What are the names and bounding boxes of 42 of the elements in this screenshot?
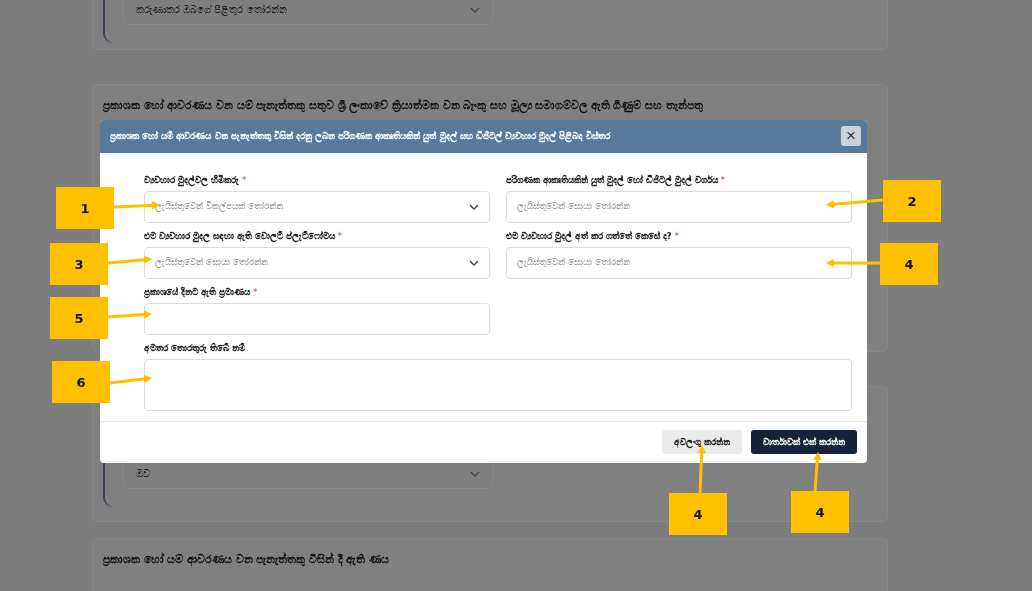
required-mark: *: [337, 230, 342, 241]
required-mark: *: [720, 174, 725, 185]
required-mark: *: [252, 286, 258, 297]
callout-arrow: [826, 198, 884, 209]
callout-arrow: [826, 258, 880, 268]
callout-arrow: [813, 452, 822, 492]
cancel-button[interactable]: අවලංගු කරන්න: [662, 430, 743, 455]
callout-number: 5: [50, 297, 108, 339]
section-title: ප්‍රකාශක හෝ ආවරණය වන යම් පැනැත්තකු සතුව ශ්‍රී ලංකාවේ ක්‍රියාත්මක වන බැංකු සහ මූල්‍ය සමාගම්වල ඇති ගිණුම් සහ තැන්පතු: [103, 99, 877, 112]
callout-number: 4: [880, 243, 938, 285]
input-field[interactable]: [144, 302, 490, 335]
callout-number: 4: [791, 491, 849, 533]
close-button[interactable]: ×: [841, 126, 861, 147]
field-label: පරිගණක ආකෘතියකින් යුත් මුදල් හෝ ඩිජිටල් මුදල් වර්ගය: [506, 174, 718, 186]
chevron-down-icon: [470, 471, 480, 477]
required-mark: *: [674, 230, 679, 241]
field-label: එම ව්‍යවහාර මුදල සඳහා ඇති වොලට් ප්ලැට්ෆෝමය: [144, 230, 335, 242]
callout-number: 4: [669, 493, 727, 535]
chevron-down-icon: [470, 7, 480, 13]
field-label: ප්‍රකාශයේ දිනට ඇති ප්‍රමාණය: [144, 286, 250, 298]
callout-number: 3: [50, 243, 108, 285]
dialog-title: ප්‍රකාශක හෝ යම් ආවරණය වන පැනැත්තකු විසින් දරනු ලබන පරිගණක ආකෘතියකින් යුත් මුදල් සහ ඩිජිටල් ව්‍යවහාර මුදල් පිළිබඳ විස්තර: [110, 130, 611, 142]
callout-arrow: [109, 374, 152, 385]
callout-number: 2: [883, 180, 941, 222]
answer-select[interactable]: කරුණාකර ඔබගේ පිළිතුර තෝරන්න: [123, 0, 493, 25]
callout-number: 1: [56, 187, 114, 229]
field-label: ව්‍යවහාර මුදල්වල හිමිකරු: [144, 174, 239, 186]
callout-arrow: [107, 255, 152, 265]
chevron-down-icon: [469, 259, 479, 266]
field-label: අමතර තොරතුරු තිබේ නම්: [144, 342, 245, 354]
callout-arrow: [107, 310, 152, 319]
text-area[interactable]: [144, 358, 852, 411]
select-field[interactable]: ලැයිස්තුවෙන් සොයා තෝරන්න: [144, 246, 490, 279]
search-field[interactable]: ලැයිස්තුවෙන් සොයා තෝරන්න: [506, 246, 852, 279]
search-field[interactable]: ලැයිස්තුවෙන් සොයා තෝරන්න: [506, 190, 852, 223]
required-mark: *: [241, 174, 247, 185]
field-label: එම ව්‍යවහාර මුදල් අත් කර ගත්තේ කෙසේ ද?: [506, 230, 672, 242]
select-field[interactable]: ලැයිස්තුවෙන් විකල්පයක් තෝරන්න: [144, 190, 490, 223]
chevron-down-icon: [469, 203, 479, 210]
add-record-button[interactable]: වාර්තාවක් එක් කරන්න: [751, 430, 857, 455]
section-title: ප්‍රකාශක හෝ යම් ආවරණය වන පැනැත්තකු විසින් දී ඇති ණය: [103, 553, 390, 566]
callout-number: 6: [52, 361, 110, 403]
